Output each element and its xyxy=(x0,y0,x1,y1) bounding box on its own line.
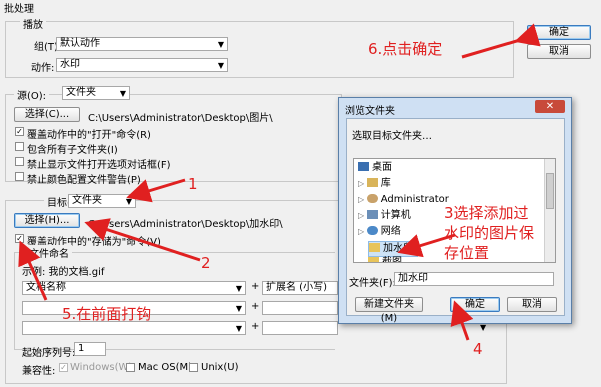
annotation-2: 2 xyxy=(201,254,211,272)
arrow-4 xyxy=(450,300,474,341)
annotation-3-line-3: 存位置 xyxy=(444,244,490,262)
arrow-2 xyxy=(84,218,201,262)
annotation-arrows xyxy=(18,23,541,341)
arrow-6 xyxy=(461,23,541,59)
annotation-3-line-2: 水印的图片保 xyxy=(444,224,535,242)
annotation-3-line-1: 3选择添加过 xyxy=(444,204,529,222)
annotation-1: 1 xyxy=(188,175,198,193)
annotation-5: 5.在前面打钩 xyxy=(62,305,152,323)
annotation-4: 4 xyxy=(473,340,483,358)
arrow-1 xyxy=(126,178,186,203)
annotation-6: 6.点击确定 xyxy=(368,40,443,58)
arrow-5 xyxy=(18,240,48,301)
